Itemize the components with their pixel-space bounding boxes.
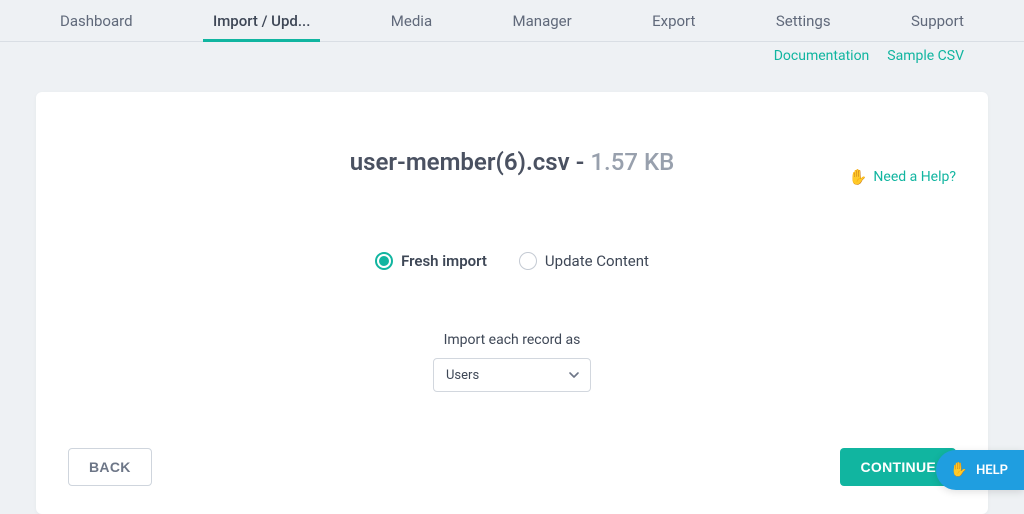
radio-unselected-icon [519,252,537,270]
radio-dot-icon [379,256,389,266]
card-footer: BACK CONTINUE [36,448,988,486]
import-card: user-member(6).csv - 1.57 KB ✋ Need a He… [36,92,988,514]
file-title: user-member(6).csv - 1.57 KB [68,148,956,176]
help-float-button[interactable]: ✋ HELP [936,450,1024,490]
sample-csv-link[interactable]: Sample CSV [887,48,964,64]
tab-support[interactable]: Support [911,0,964,41]
hand-icon: ✋ [950,461,968,479]
tab-media[interactable]: Media [391,0,432,41]
record-type-value: Users [446,368,479,383]
record-type-label: Import each record as [68,332,956,348]
radio-fresh-import[interactable]: Fresh import [375,252,487,270]
tab-export[interactable]: Export [652,0,695,41]
import-mode-group: Fresh import Update Content [68,252,956,270]
radio-update-label: Update Content [545,252,649,270]
record-type-select[interactable]: Users [433,358,591,392]
header-links: Documentation Sample CSV [0,42,1024,64]
tab-manager[interactable]: Manager [513,0,572,41]
tab-settings[interactable]: Settings [776,0,831,41]
record-type-block: Import each record as Users [68,332,956,392]
radio-update-content[interactable]: Update Content [519,252,649,270]
radio-fresh-label: Fresh import [401,252,487,270]
help-float-label: HELP [976,463,1008,478]
tab-dashboard[interactable]: Dashboard [60,0,133,41]
file-size: 1.57 KB [590,148,674,176]
chevron-down-icon [568,369,580,381]
tab-import-update[interactable]: Import / Upd... [213,0,310,41]
file-separator: - [570,148,591,176]
hand-icon: ✋ [849,168,868,186]
need-help-label: Need a Help? [873,169,956,185]
back-button[interactable]: BACK [68,448,152,486]
need-help-link[interactable]: ✋ Need a Help? [849,168,956,186]
radio-selected-icon [375,252,393,270]
main-tabs: Dashboard Import / Upd... Media Manager … [0,0,1024,42]
file-name: user-member(6).csv [350,148,570,176]
documentation-link[interactable]: Documentation [774,48,870,64]
